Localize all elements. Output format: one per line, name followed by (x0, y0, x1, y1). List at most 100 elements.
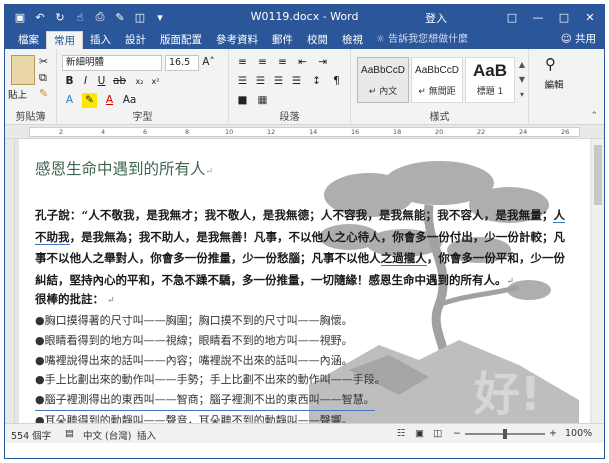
align-right-icon[interactable]: ☰ (271, 74, 286, 89)
style-heading-1[interactable]: AaB 標題 1 (465, 57, 515, 103)
collapse-ribbon-icon[interactable]: ⌃ (590, 111, 598, 121)
text-effects-icon[interactable]: A (62, 93, 77, 108)
style-no-spacing[interactable]: AaBbCcD ↵ 無間距 (411, 57, 463, 103)
borders-icon[interactable]: ▦ (255, 93, 270, 108)
italic-icon[interactable]: I (78, 74, 93, 89)
highlight-icon[interactable]: ✎ (82, 93, 97, 108)
tab-layout[interactable]: 版面配置 (153, 31, 209, 49)
language-status[interactable]: 中文 (台灣) (83, 428, 131, 442)
paragraph-mark: ↵ (506, 276, 515, 287)
list-item[interactable]: ●手上比劃出來的動作叫——手勢；手上比劃不出來的動作叫——手段。 (35, 370, 565, 390)
align-left-icon[interactable]: ☰ (235, 74, 250, 89)
font-size-select[interactable]: 16.5 (165, 55, 199, 71)
ruler-tick: 12 (267, 128, 276, 136)
ribbon: 貼上 ✂ ⧉ ✎ 剪貼簿 新細明體 16.5 A˄ B I U ab x₂ x²… (5, 49, 604, 125)
bullet-list: ●胸口摸得著的尺寸叫——胸圍；胸口摸不到的尺寸叫——胸懷。 ●眼睛看得到的地方叫… (35, 311, 565, 423)
paste-icon[interactable] (11, 55, 35, 85)
vertical-ruler[interactable] (5, 139, 15, 423)
ruler-tick: 20 (435, 128, 444, 136)
increase-indent-icon[interactable]: ⇥ (315, 55, 330, 70)
font-group-label: 字型 (132, 112, 153, 123)
paragraph-mark: ↵ (104, 296, 115, 306)
tab-home[interactable]: 常用 (46, 31, 83, 49)
ribbon-display-icon[interactable]: □ (499, 5, 525, 29)
multilevel-list-icon[interactable]: ≡ (275, 55, 290, 70)
style-normal[interactable]: AaBbCcD ↵ 內文 (357, 57, 409, 103)
format-painter-icon[interactable]: ✎ (39, 87, 48, 100)
sub-heading[interactable]: 很棒的批註： ↵ (35, 291, 115, 307)
style-normal-preview: AaBbCcD (361, 65, 405, 76)
font-name-select[interactable]: 新細明體 (62, 55, 162, 71)
align-center-icon[interactable]: ☰ (253, 74, 268, 89)
close-icon[interactable]: ✕ (577, 5, 603, 29)
editing-button[interactable]: 編輯 (529, 77, 579, 91)
underline-icon[interactable]: U (94, 74, 109, 89)
font-color-icon[interactable]: A (102, 93, 117, 108)
print-layout-icon[interactable]: ▣ (415, 428, 424, 439)
shading-icon[interactable]: ■ (235, 93, 250, 108)
ruler-band (29, 127, 580, 137)
zoom-out-icon[interactable]: − (453, 428, 461, 439)
sign-in-link[interactable]: 登入 (425, 10, 447, 26)
ruler-tick: 4 (101, 128, 106, 136)
tab-references[interactable]: 參考資料 (209, 31, 265, 49)
paragraph-group: ≡ ≡ ≡ ⇤ ⇥ ☰ ☰ ☰ ☰ ↕ ¶ ■ ▦ 段落 (229, 49, 351, 125)
horizontal-ruler[interactable]: 2 4 6 8 10 12 14 16 18 20 22 24 26 (5, 125, 604, 139)
bullets-icon[interactable]: ≡ (235, 55, 250, 70)
numbering-icon[interactable]: ≡ (255, 55, 270, 70)
maximize-icon[interactable]: □ (551, 5, 577, 29)
web-layout-icon[interactable]: ◫ (433, 428, 442, 439)
insert-mode[interactable]: 插入 (137, 428, 156, 442)
word-window: ▣ ↶ ↻ ☝ ⎙ ✎ ◫ ▾ W0119.docx - Word 登入 □ —… (4, 4, 605, 459)
tab-view[interactable]: 檢視 (335, 31, 370, 49)
zoom-in-icon[interactable]: + (549, 428, 557, 439)
bold-icon[interactable]: B (62, 74, 77, 89)
list-item[interactable]: ●耳朵聽得到的動靜叫——聲音，耳朵聽不到的動靜叫——聲響。 (35, 411, 565, 423)
line-spacing-icon[interactable]: ↕ (309, 74, 324, 89)
styles-scroll-icon[interactable]: ▲ ▼ ▾ (517, 57, 527, 103)
change-case-icon[interactable]: Aa (122, 93, 137, 108)
ruler-tick: 16 (351, 128, 360, 136)
tell-me-box[interactable]: ☼ 告訴我您想做什麼 (376, 31, 468, 49)
ruler-tick: 18 (393, 128, 402, 136)
list-item[interactable]: ●嘴裡說得出來的話叫——內容；嘴裡說不出來的話叫——內涵。 (35, 351, 565, 371)
scrollbar-thumb[interactable] (594, 145, 602, 205)
word-count[interactable]: 554 個字 (11, 428, 51, 442)
cut-icon[interactable]: ✂ (39, 55, 48, 68)
subscript-icon[interactable]: x₂ (132, 74, 147, 89)
superscript-icon[interactable]: x² (148, 74, 163, 89)
vertical-scrollbar[interactable] (592, 139, 604, 423)
tab-design[interactable]: 設計 (118, 31, 153, 49)
proofing-icon[interactable]: ▤ (65, 428, 74, 439)
list-item[interactable]: ●胸口摸得著的尺寸叫——胸圍；胸口摸不到的尺寸叫——胸懷。 (35, 311, 565, 331)
zoom-slider-knob[interactable] (503, 429, 507, 439)
grow-font-icon[interactable]: A˄ (201, 55, 216, 70)
share-label: 共用 (575, 33, 596, 45)
justify-icon[interactable]: ☰ (289, 74, 304, 89)
tab-mailings[interactable]: 郵件 (265, 31, 300, 49)
zoom-level[interactable]: 100% (565, 428, 592, 439)
find-icon[interactable]: ⚲ (545, 55, 556, 73)
editing-group: ⚲ 編輯 (529, 49, 579, 125)
tab-file[interactable]: 檔案 (11, 31, 46, 49)
copy-icon[interactable]: ⧉ (39, 71, 47, 85)
read-mode-icon[interactable]: ☷ (397, 428, 406, 439)
body-paragraph[interactable]: 孔子說：“人不敬我，是我無才；我不敬人，是我無德；人不容我，是我無能；我不容人，… (35, 205, 566, 293)
share-button[interactable]: ☺ 共用 (561, 31, 596, 46)
tab-insert[interactable]: 插入 (83, 31, 118, 49)
show-marks-icon[interactable]: ¶ (329, 74, 344, 89)
tab-review[interactable]: 校閱 (300, 31, 335, 49)
decrease-indent-icon[interactable]: ⇤ (295, 55, 310, 70)
document-heading[interactable]: 感恩生命中遇到的所有人↵ (35, 157, 213, 179)
document-page[interactable]: 好! 感恩生命中遇到的所有人↵ 孔子說：“人不敬我，是我無才；我不敬人，是我無德… (19, 139, 590, 423)
ruler-tick: 6 (143, 128, 148, 136)
list-item[interactable]: ●腦子裡測得出的東西叫——智商；腦子裡測不出的東西叫——智慧。 (35, 390, 375, 411)
list-item[interactable]: ●眼睛看得到的地方叫——視線；眼睛看不到的地方叫——視野。 (35, 331, 565, 351)
person-icon: ☺ (560, 33, 572, 45)
strikethrough-icon[interactable]: ab (112, 74, 127, 89)
tell-me-text: 告訴我您想做什麼 (388, 34, 469, 45)
heading-text: 感恩生命中遇到的所有人 (35, 160, 206, 178)
ruler-tick: 8 (185, 128, 190, 136)
minimize-icon[interactable]: — (525, 5, 551, 29)
font-group: 新細明體 16.5 A˄ B I U ab x₂ x² A ✎ A Aa 字型 (57, 49, 229, 125)
